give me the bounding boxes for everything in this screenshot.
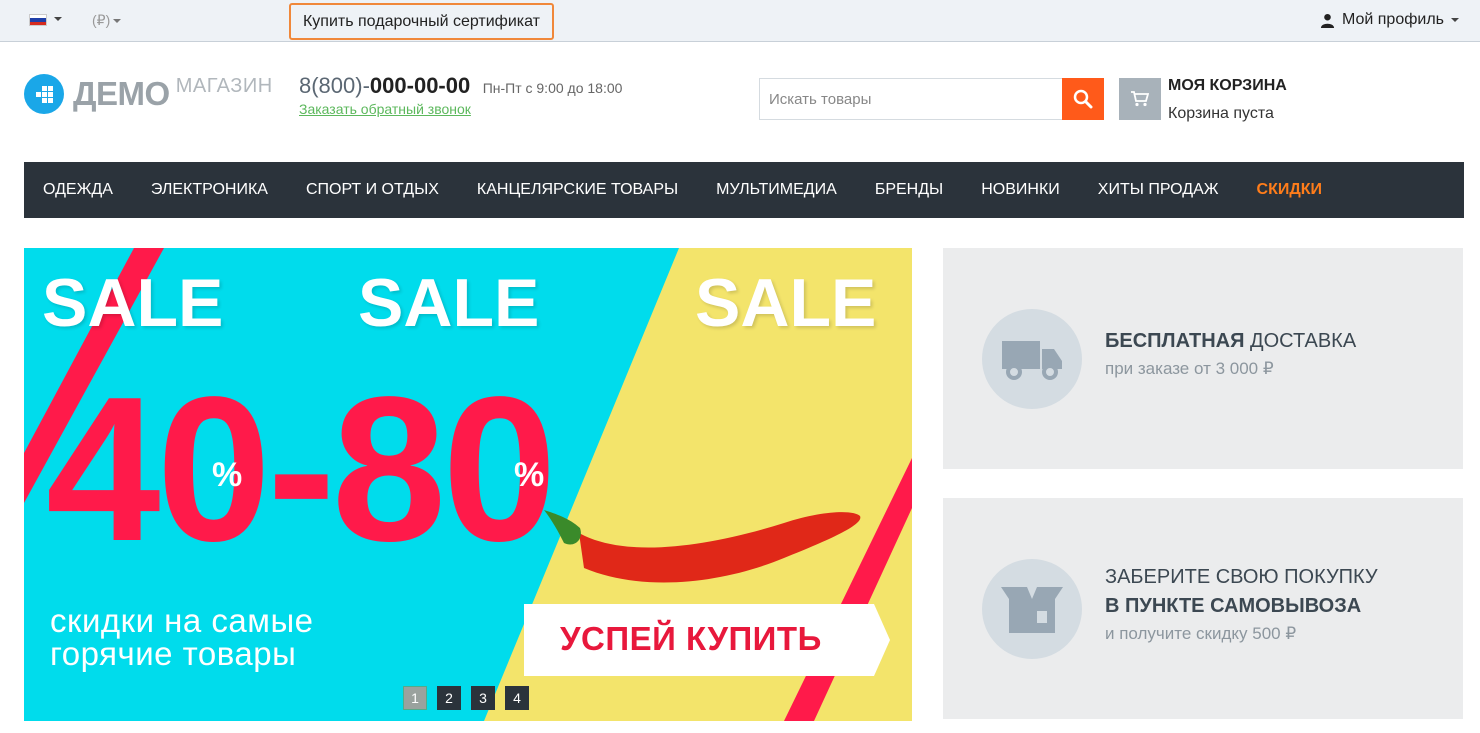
cart-title[interactable]: МОЯ КОРЗИНА (1168, 77, 1287, 95)
chevron-down-icon (113, 19, 122, 24)
pickup-line-2: В ПУНКТЕ САМОВЫВОЗА (1105, 595, 1362, 617)
search-input[interactable] (759, 78, 1062, 120)
cart-status: Корзина пуста (1168, 105, 1274, 122)
pickup-subtitle: и получите скидку 500 ₽ (1105, 624, 1297, 643)
percent-sign-1: % (212, 456, 243, 494)
percent-sign-2: % (514, 456, 545, 494)
language-dropdown-caret-icon[interactable] (54, 17, 62, 21)
nav-item-sale[interactable]: СКИДКИ (1257, 181, 1322, 199)
cart-button[interactable] (1119, 78, 1161, 120)
slide-dot-3[interactable]: 3 (471, 686, 495, 710)
discount-range: 40-80 (46, 354, 557, 584)
delivery-subtitle: при заказе от 3 000 ₽ (1105, 359, 1274, 378)
slide-dot-4[interactable]: 4 (505, 686, 529, 710)
profile-menu[interactable]: Мой профиль (1320, 11, 1459, 29)
search-icon (1073, 89, 1093, 109)
nav-item-new[interactable]: НОВИНКИ (981, 181, 1060, 199)
nav-item-multimedia[interactable]: МУЛЬТИМЕДИА (716, 181, 837, 199)
delivery-title: БЕСПЛАТНАЯ ДОСТАВКА (1105, 330, 1357, 352)
working-hours: Пн-Пт с 9:00 до 18:00 (482, 80, 623, 96)
logo-subtext: МАГАЗИН (175, 74, 273, 97)
banner-slogan: скидки на самые горячие товары (50, 602, 314, 672)
sale-heading-3: SALE (695, 265, 877, 341)
cart-icon (1131, 91, 1149, 107)
nav-item-brands[interactable]: БРЕНДЫ (875, 181, 943, 199)
top-bar: (₽) Купить подарочный сертификат Мой про… (0, 0, 1480, 42)
main-nav: ОДЕЖДА ЭЛЕКТРОНИКА СПОРТ И ОТДЫХ КАНЦЕЛЯ… (24, 162, 1464, 218)
phone-block: 8(800)-000-00-00 Пн-Пт с 9:00 до 18:00 (299, 73, 622, 99)
slide-dot-2[interactable]: 2 (437, 686, 461, 710)
phone-number: 8(800)-000-00-00 (299, 73, 471, 98)
free-delivery-promo[interactable]: БЕСПЛАТНАЯ ДОСТАВКА при заказе от 3 000 … (943, 248, 1463, 469)
sale-heading-1: SALE (42, 265, 224, 341)
currency-label: (₽) (92, 12, 111, 28)
russian-flag-icon[interactable] (29, 14, 47, 26)
slider-pagination: 1 2 3 4 (403, 686, 529, 710)
search-form (759, 78, 1104, 120)
nav-item-electronics[interactable]: ЭЛЕКТРОНИКА (151, 181, 268, 199)
nav-item-stationery[interactable]: КАНЦЕЛЯРСКИЕ ТОВАРЫ (477, 181, 678, 199)
nav-item-bestsellers[interactable]: ХИТЫ ПРОДАЖ (1098, 181, 1219, 199)
callback-link[interactable]: Заказать обратный звонок (299, 101, 471, 117)
sale-heading-2: SALE (358, 265, 540, 341)
package-box-icon (982, 559, 1082, 659)
currency-selector[interactable]: (₽) (92, 12, 122, 29)
truck-icon (982, 309, 1082, 409)
pickup-promo[interactable]: ЗАБЕРИТЕ СВОЮ ПОКУПКУ В ПУНКТЕ САМОВЫВОЗ… (943, 498, 1463, 719)
search-button[interactable] (1062, 78, 1104, 120)
nav-item-sport[interactable]: СПОРТ И ОТДЫХ (306, 181, 439, 199)
logo[interactable]: ДЕМО МАГАЗИН (24, 74, 273, 114)
user-icon (1320, 13, 1335, 28)
logo-text: ДЕМО (73, 75, 170, 112)
gift-certificate-button[interactable]: Купить подарочный сертификат (289, 3, 554, 40)
profile-label: Мой профиль (1341, 11, 1444, 28)
pickup-line-1: ЗАБЕРИТЕ СВОЮ ПОКУПКУ (1105, 566, 1378, 588)
nav-item-clothing[interactable]: ОДЕЖДА (43, 181, 113, 199)
promo-banner[interactable]: SALE SALE SALE 40-80 % % скидки на самые… (24, 248, 912, 721)
logo-mark-icon (24, 74, 64, 114)
slide-dot-1[interactable]: 1 (403, 686, 427, 710)
banner-cta[interactable]: УСПЕЙ КУПИТЬ (560, 620, 822, 658)
chevron-down-icon (1451, 18, 1459, 22)
